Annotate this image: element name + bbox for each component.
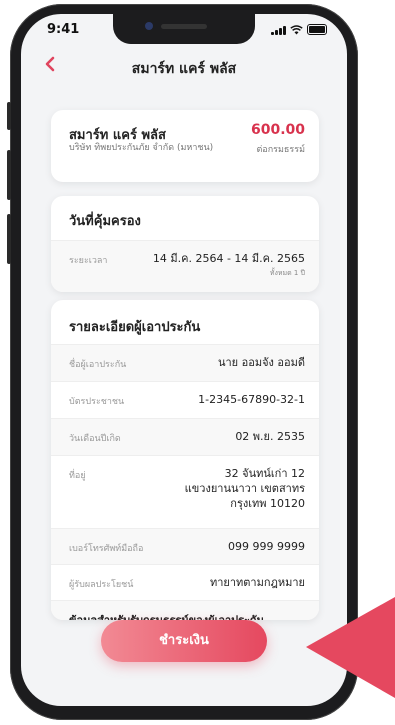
plan-card: สมาร์ท แคร์ พลัส บริษัท ทิพยประกันภัย จำ…: [51, 110, 319, 182]
row-value: ทายาทตามกฎหมาย: [209, 576, 305, 589]
volume-down-button: [7, 214, 11, 264]
pointer-arrow-icon: [306, 597, 395, 698]
insured-row-name: ชื่อผู้เอาประกัน นาย ออมจัง ออมดี: [51, 344, 319, 382]
plan-price: 600.00: [250, 122, 305, 138]
coverage-label: ระยะเวลา: [69, 256, 108, 266]
status-time: 9:41: [47, 22, 80, 37]
address-line: แขวงยานนาวา เขตสาทร: [184, 482, 305, 495]
row-label: ชื่อผู้เอาประกัน: [69, 360, 127, 370]
address-line: 32 จันทน์เก่า 12: [224, 467, 305, 480]
signal-icon: [271, 26, 286, 35]
notch: [113, 14, 255, 44]
coverage-value: 14 มี.ค. 2564 - 14 มี.ค. 2565 ทั้งหมด 1 …: [153, 251, 305, 281]
policy-delivery-title: ข้อมลสำหรับรับกรมธรรม์ของผู้เอาประกัน: [69, 611, 264, 620]
row-value: 099 999 9999: [228, 540, 305, 553]
row-label: ที่อยู่: [69, 471, 86, 481]
insured-card: รายละเอียดผู้เอาประกัน ชื่อผู้เอาประกัน …: [51, 300, 319, 620]
coverage-row: ระยะเวลา 14 มี.ค. 2564 - 14 มี.ค. 2565 ท…: [51, 240, 319, 292]
volume-up-button: [7, 150, 11, 200]
plan-price-unit: ต่อกรมธรรม์: [256, 145, 305, 155]
row-value: 32 จันทน์เก่า 12 แขวงยานนาวา เขตสาทร กรุ…: [185, 466, 305, 511]
insured-row-birthdate: วันเดือนปีเกิด 02 พ.ย. 2535: [51, 418, 319, 456]
app-screen: 9:41 สมาร์ท แคร์ พลัส สมาร์ท แคร์ พลัส บ…: [21, 14, 347, 706]
policy-delivery-section: ข้อมลสำหรับรับกรมธรรม์ของผู้เอาประกัน: [51, 600, 319, 620]
coverage-card: วันที่คุ้มครอง ระยะเวลา 14 มี.ค. 2564 - …: [51, 196, 319, 292]
row-label: บัตรประชาชน: [69, 397, 125, 407]
address-line: กรุงเทพ 10120: [230, 497, 305, 510]
status-icons: [271, 24, 327, 35]
row-value: นาย ออมจัง ออมดี: [217, 356, 305, 369]
plan-company: บริษัท ทิพยประกันภัย จำกัด (มหาชน): [69, 143, 214, 153]
pay-button[interactable]: ชำระเงิน: [101, 620, 267, 662]
page-title: สมาร์ท แคร์ พลัส: [131, 61, 237, 77]
coverage-total: ทั้งหมด 1 ปี: [269, 269, 305, 277]
insured-row-beneficiary: ผู้รับผลประโยชน์ ทายาทตามกฎหมาย: [51, 564, 319, 601]
mute-switch: [7, 102, 11, 130]
insured-row-phone: เบอร์โทรศัพท์มือถือ 099 999 9999: [51, 528, 319, 565]
coverage-range: 14 มี.ค. 2564 - 14 มี.ค. 2565: [152, 252, 305, 265]
insured-row-address: ที่อยู่ 32 จันทน์เก่า 12 แขวงยานนาวา เขต…: [51, 455, 319, 529]
row-label: เบอร์โทรศัพท์มือถือ: [69, 544, 144, 554]
battery-icon: [307, 24, 327, 35]
row-label: ผู้รับผลประโยชน์: [69, 580, 134, 590]
header: สมาร์ท แคร์ พลัส: [21, 50, 347, 90]
insured-row-id: บัตรประชาชน 1-2345-67890-32-1: [51, 381, 319, 419]
coverage-title: วันที่คุ้มครอง: [69, 214, 141, 229]
speaker-grille: [161, 24, 207, 29]
row-value: 1-2345-67890-32-1: [198, 393, 305, 406]
row-value: 02 พ.ย. 2535: [235, 430, 305, 443]
camera-icon: [145, 22, 153, 30]
row-label: วันเดือนปีเกิด: [69, 434, 121, 444]
insured-title: รายละเอียดผู้เอาประกัน: [69, 320, 201, 335]
wifi-icon: [290, 25, 303, 35]
